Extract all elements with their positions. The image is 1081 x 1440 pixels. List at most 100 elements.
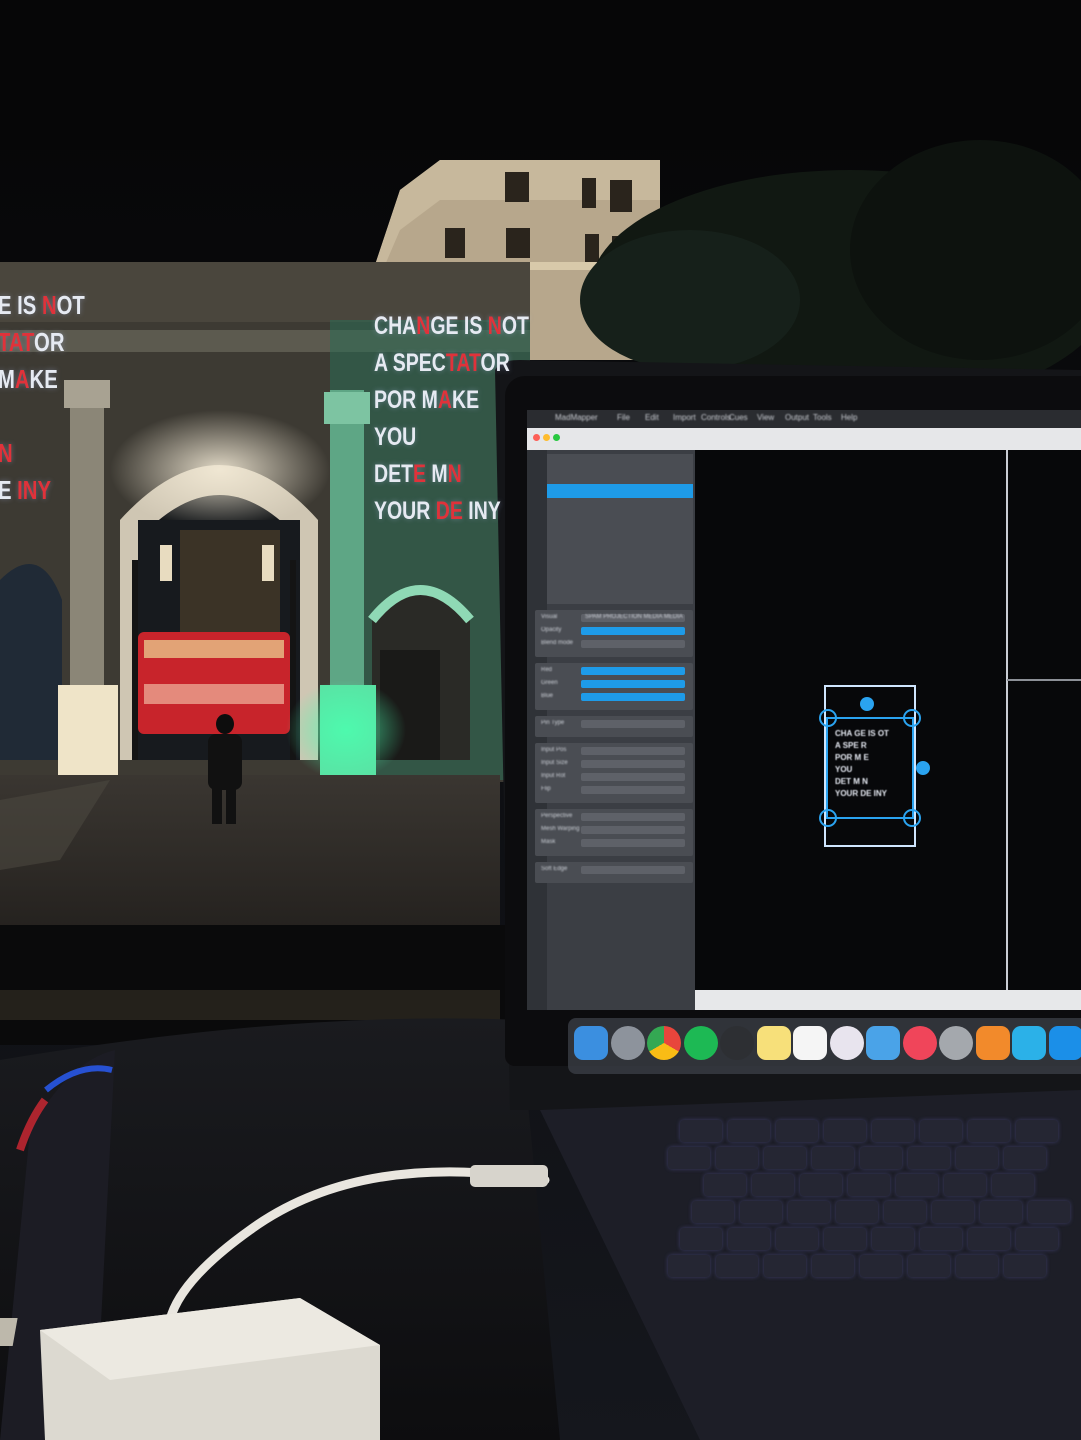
projected-word-red: N bbox=[487, 312, 502, 340]
projected-word: CHA bbox=[374, 312, 417, 340]
menu-item[interactable]: Import bbox=[673, 413, 696, 422]
inspector-control[interactable] bbox=[581, 839, 685, 847]
side-handle[interactable] bbox=[916, 761, 930, 775]
notes-icon[interactable] bbox=[756, 1026, 791, 1060]
inspector-label: Opacity bbox=[541, 627, 562, 633]
rocket-icon[interactable] bbox=[610, 1026, 645, 1060]
inspector-control[interactable] bbox=[581, 813, 685, 821]
minimize-window-button[interactable] bbox=[543, 434, 550, 441]
inspector-label: Green bbox=[541, 680, 558, 686]
surface-list[interactable] bbox=[547, 454, 693, 604]
inspector-label: Soft Edge bbox=[541, 866, 568, 872]
inspector-label: Input Rot bbox=[541, 773, 566, 779]
projected-word: YOUR bbox=[374, 497, 436, 525]
inspector-control[interactable] bbox=[581, 773, 685, 781]
keyboard-key bbox=[872, 1228, 914, 1250]
inspector-control[interactable] bbox=[581, 826, 685, 834]
projected-word: E IS bbox=[0, 290, 42, 320]
inspector-control[interactable] bbox=[581, 640, 685, 648]
keyboard-key bbox=[680, 1120, 722, 1142]
keyboard-key bbox=[752, 1174, 794, 1196]
inspector-control[interactable] bbox=[581, 667, 685, 675]
menu-item[interactable]: Controls bbox=[701, 413, 731, 422]
inspector-control[interactable] bbox=[581, 747, 685, 755]
inspector-control[interactable] bbox=[581, 866, 685, 874]
projected-word-red: DE bbox=[435, 497, 463, 525]
photos-icon[interactable] bbox=[829, 1026, 864, 1060]
preview-icon[interactable] bbox=[866, 1026, 900, 1060]
music-icon[interactable] bbox=[902, 1026, 937, 1060]
projected-word: DET bbox=[374, 460, 413, 488]
chrome-icon[interactable] bbox=[647, 1026, 681, 1060]
projected-word-red: A bbox=[437, 386, 453, 414]
system-preferences-icon[interactable] bbox=[939, 1026, 973, 1060]
app-icon[interactable] bbox=[1048, 1026, 1081, 1060]
surface-selected-row[interactable] bbox=[547, 484, 693, 498]
projected-word-red: N bbox=[0, 438, 13, 468]
projected-word: OT bbox=[56, 290, 85, 320]
inspector-label: Perspective bbox=[541, 813, 573, 819]
keyboard-key bbox=[860, 1147, 902, 1169]
inspector-label: Blend mode bbox=[541, 640, 574, 646]
keyboard-key bbox=[848, 1174, 890, 1196]
inspector-panel: Pin Type bbox=[535, 716, 693, 737]
menu-item[interactable]: MadMapper bbox=[555, 413, 598, 422]
keyboard-key bbox=[740, 1201, 782, 1223]
keyboard-key bbox=[776, 1120, 818, 1142]
inspector-label: Visual bbox=[541, 614, 558, 620]
calendar-icon[interactable] bbox=[793, 1026, 827, 1060]
close-window-button[interactable] bbox=[533, 434, 540, 441]
keyboard-key bbox=[992, 1174, 1034, 1196]
mac-dock bbox=[568, 1018, 1081, 1074]
projected-line: POR MAKE bbox=[374, 386, 479, 415]
keyboard-key bbox=[920, 1120, 962, 1142]
finder-icon[interactable] bbox=[574, 1026, 608, 1060]
keyboard-key bbox=[692, 1201, 734, 1223]
mapping-canvas[interactable]: CHA GE IS OT A SPE R POR M E YOU DET M N YOUR… bbox=[695, 450, 1081, 990]
inspector-control[interactable] bbox=[581, 680, 685, 688]
keyboard-key bbox=[764, 1147, 806, 1169]
menu-item[interactable]: Edit bbox=[645, 413, 659, 422]
zoom-window-button[interactable] bbox=[553, 434, 560, 441]
unity-icon[interactable] bbox=[720, 1026, 754, 1060]
menu-item[interactable]: Output bbox=[785, 413, 809, 422]
keyboard-key bbox=[668, 1255, 710, 1277]
inspector-panel: Visual SPAM PROJECTION MEDIA MEDIA Opacity… bbox=[535, 610, 693, 657]
inspector-control[interactable] bbox=[581, 627, 685, 635]
inspector-panel: Soft Edge bbox=[535, 862, 693, 883]
menu-item[interactable]: Help bbox=[841, 413, 857, 422]
inspector-control[interactable] bbox=[581, 693, 685, 701]
keyboard-key bbox=[932, 1201, 974, 1223]
projected-line: A SPECTATOR bbox=[374, 349, 510, 378]
spotify-icon[interactable] bbox=[683, 1026, 718, 1060]
keyboard-key bbox=[1004, 1147, 1046, 1169]
projected-word-red: INY bbox=[17, 475, 51, 505]
keyboard-key bbox=[704, 1174, 746, 1196]
projected-word: M bbox=[416, 386, 438, 414]
swift-icon[interactable] bbox=[975, 1026, 1010, 1060]
laptop-screen: MadMapper File Edit Import Controls Cues View O… bbox=[527, 410, 1081, 1010]
inspector-panel: Input Pos Input Size Input Rot Flip bbox=[535, 743, 693, 803]
menu-item[interactable]: Tools bbox=[813, 413, 832, 422]
canvas-bottom-bar bbox=[695, 990, 1081, 1010]
inspector-control[interactable] bbox=[581, 720, 685, 728]
keyboard-key bbox=[800, 1174, 842, 1196]
menu-item[interactable]: View bbox=[757, 413, 774, 422]
six-icon[interactable] bbox=[1012, 1026, 1046, 1060]
menu-item[interactable]: Cues bbox=[729, 413, 748, 422]
inspector-control[interactable] bbox=[581, 786, 685, 794]
keyboard-key bbox=[728, 1120, 770, 1142]
night-scene-photo: E IS NOTTATORMAKENE INY CHANGE IS NOTA S… bbox=[0, 0, 1081, 1440]
projected-word-red: E bbox=[413, 460, 427, 488]
keyboard-key bbox=[944, 1174, 986, 1196]
laptop-keyboard bbox=[660, 1120, 1081, 1290]
rotate-handle[interactable] bbox=[860, 697, 874, 711]
keyboard-key bbox=[896, 1174, 938, 1196]
menu-item[interactable]: File bbox=[617, 413, 630, 422]
inspector-control[interactable] bbox=[581, 760, 685, 768]
keyboard-key bbox=[716, 1255, 758, 1277]
projected-word: OR bbox=[480, 349, 510, 377]
canvas-svg[interactable]: CHA GE IS OT A SPE R POR M E YOU DET M N YOUR… bbox=[695, 450, 1081, 990]
projected-word: INY bbox=[462, 497, 501, 525]
keyboard-key bbox=[968, 1228, 1010, 1250]
